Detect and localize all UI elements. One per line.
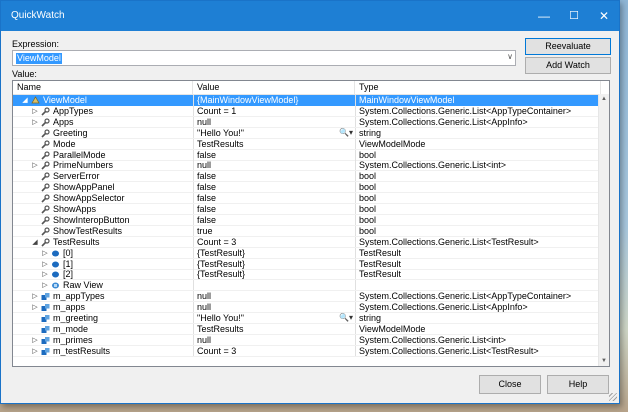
field-icon bbox=[41, 325, 50, 334]
tree-row[interactable]: ServerError false bool bbox=[13, 171, 600, 183]
reevaluate-button[interactable]: Reevaluate bbox=[525, 38, 611, 55]
scroll-up-icon[interactable]: ▲ bbox=[599, 94, 609, 104]
element-icon bbox=[51, 270, 60, 279]
wrench-icon bbox=[41, 216, 50, 225]
maximize-icon[interactable]: ☐ bbox=[559, 1, 589, 31]
tree-row[interactable]: ▷ m_primes null System.Collections.Generic.… bbox=[13, 334, 600, 346]
scroll-down-icon[interactable]: ▼ bbox=[599, 356, 609, 366]
column-header-name[interactable]: Name bbox=[13, 81, 193, 94]
tree-row[interactable]: ▷ [1] {TestResult} TestResult bbox=[13, 258, 600, 270]
tree-row[interactable]: ▷ [0] {TestResult} TestResult bbox=[13, 247, 600, 259]
tree-row[interactable]: ▷ Apps null System.Collections.Generic.List… bbox=[13, 116, 600, 128]
wrench-icon bbox=[41, 129, 50, 138]
tree-row[interactable]: m_mode TestResults ViewModelMode bbox=[13, 323, 600, 335]
wrench-icon bbox=[41, 194, 50, 203]
quickwatch-dialog: QuickWatch — ☐ ✕ Expression: ViewModel ∨… bbox=[0, 0, 620, 404]
value-label: Value: bbox=[12, 69, 37, 79]
window-title: QuickWatch bbox=[11, 10, 65, 21]
wrench-icon bbox=[41, 172, 50, 181]
text-visualizer-icon[interactable]: 🔍▾ bbox=[339, 313, 353, 322]
title-bar[interactable]: QuickWatch — ☐ ✕ bbox=[1, 1, 619, 31]
row-value[interactable]: {MainWindowViewModel} bbox=[193, 95, 355, 106]
tree-row[interactable]: ShowAppSelector false bool bbox=[13, 193, 600, 205]
minimize-icon[interactable]: — bbox=[529, 1, 559, 31]
tree-row[interactable]: ParallelMode false bool bbox=[13, 149, 600, 161]
wrench-icon bbox=[41, 183, 50, 192]
element-icon bbox=[51, 249, 60, 258]
tree-row[interactable]: ▷ [2] {TestResult} TestResult bbox=[13, 269, 600, 281]
tree-row[interactable]: ▷ m_testResults Count = 3 System.Collection… bbox=[13, 345, 600, 357]
add-watch-button[interactable]: Add Watch bbox=[525, 57, 611, 74]
tree-row[interactable]: ▷ m_apps null System.Collections.Generic.Li… bbox=[13, 302, 600, 314]
row-name: ViewModel bbox=[43, 95, 87, 105]
row-type: MainWindowViewModel bbox=[355, 95, 600, 106]
wrench-icon bbox=[41, 238, 50, 247]
watch-grid[interactable]: Name Value Type ◢ ViewModel {MainWindowVie… bbox=[12, 80, 610, 367]
tree-row[interactable]: ▷ AppTypes Count = 1 System.Collections.Gen… bbox=[13, 105, 600, 117]
wrench-icon bbox=[41, 150, 50, 160]
resize-grip[interactable] bbox=[609, 393, 617, 401]
vertical-scrollbar[interactable]: ▲ ▼ bbox=[598, 94, 609, 366]
wrench-icon bbox=[41, 205, 50, 214]
wrench-icon bbox=[41, 161, 50, 170]
class-icon bbox=[31, 96, 40, 105]
tree-row[interactable]: ▷ PrimeNumbers null System.Collections.Gene… bbox=[13, 160, 600, 172]
tree-row[interactable]: ◢ ViewModel {MainWindowViewModel} MainWindo… bbox=[13, 95, 600, 106]
expression-label: Expression: bbox=[12, 39, 60, 49]
tree-row[interactable]: m_greeting "Hello You!" 🔍▾ string bbox=[13, 313, 600, 324]
grid-header: Name Value Type bbox=[13, 81, 609, 95]
tree-row[interactable]: ▷ m_appTypes null System.Collections.Generi… bbox=[13, 291, 600, 303]
tree-row[interactable]: ShowApps false bool bbox=[13, 204, 600, 215]
field-icon bbox=[41, 303, 50, 312]
collapse-icon[interactable]: ◢ bbox=[21, 95, 29, 106]
text-visualizer-icon[interactable]: 🔍▾ bbox=[339, 128, 353, 137]
column-header-type[interactable]: Type bbox=[355, 81, 601, 94]
field-icon bbox=[41, 314, 50, 323]
expression-input[interactable]: ViewModel bbox=[16, 53, 62, 64]
tree-row[interactable]: ShowTestResults true bool bbox=[13, 225, 600, 237]
wrench-icon bbox=[41, 118, 50, 127]
wrench-icon bbox=[41, 139, 50, 149]
close-icon[interactable]: ✕ bbox=[589, 1, 619, 31]
column-header-value[interactable]: Value bbox=[193, 81, 355, 94]
tree-row[interactable]: ◢ TestResults Count = 3 System.Collections.… bbox=[13, 236, 600, 248]
row-divider bbox=[13, 355, 600, 357]
tree-row[interactable]: ShowInteropButton false bool bbox=[13, 214, 600, 226]
field-icon bbox=[41, 336, 50, 345]
chevron-down-icon[interactable]: ∨ bbox=[507, 52, 513, 61]
field-icon bbox=[41, 292, 50, 301]
wrench-icon bbox=[41, 107, 50, 116]
help-button[interactable]: Help bbox=[547, 375, 609, 394]
tree-row[interactable]: Mode TestResults ViewModelMode bbox=[13, 138, 600, 150]
element-icon bbox=[51, 260, 60, 269]
field-icon bbox=[41, 347, 50, 356]
close-button[interactable]: Close bbox=[479, 375, 541, 394]
tree-row[interactable]: Greeting "Hello You!" 🔍▾ string bbox=[13, 127, 600, 139]
tree-row[interactable]: ShowAppPanel false bool bbox=[13, 182, 600, 194]
wrench-icon bbox=[41, 227, 50, 236]
raw-view-icon bbox=[51, 281, 60, 290]
expression-combobox[interactable]: ViewModel ∨ bbox=[12, 50, 516, 66]
tree-row[interactable]: ▷ Raw View bbox=[13, 280, 600, 292]
